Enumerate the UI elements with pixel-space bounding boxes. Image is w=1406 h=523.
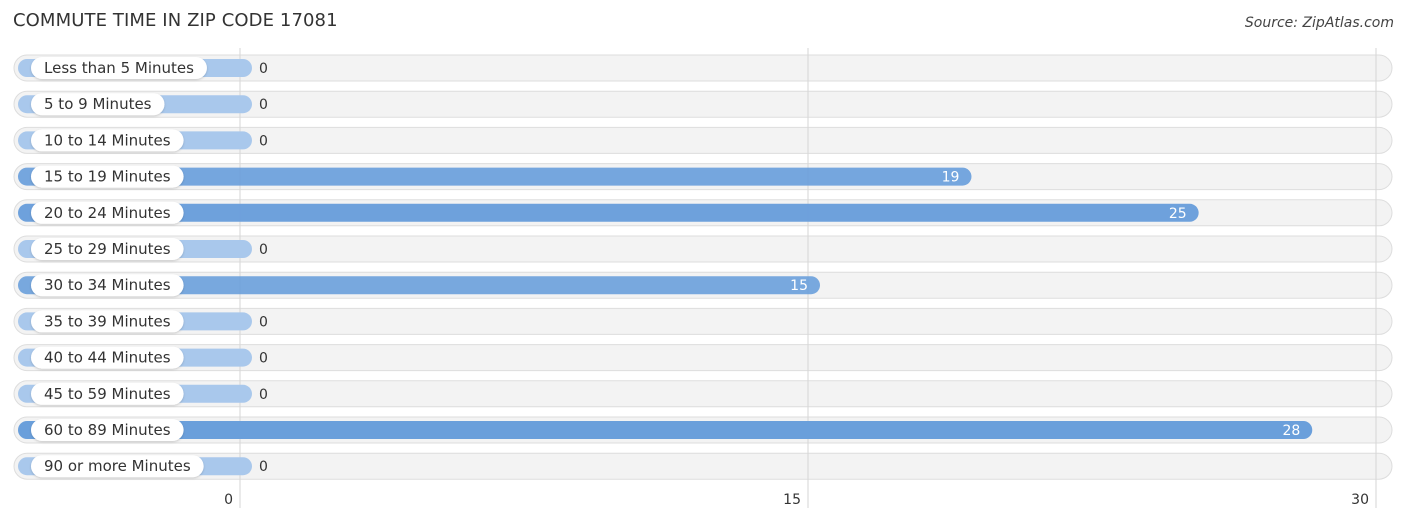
category-label: 10 to 14 Minutes bbox=[44, 131, 171, 149]
value-label: 25 bbox=[1169, 206, 1187, 222]
value-label: 0 bbox=[259, 351, 268, 367]
value-label: 0 bbox=[259, 61, 268, 77]
value-label: 0 bbox=[259, 97, 268, 113]
x-tick-label: 0 bbox=[224, 492, 233, 508]
category-label: 20 to 24 Minutes bbox=[44, 204, 171, 222]
x-tick-label: 30 bbox=[1351, 492, 1369, 508]
category-label: 15 to 19 Minutes bbox=[44, 168, 171, 186]
value-label: 0 bbox=[259, 387, 268, 403]
category-label: 5 to 9 Minutes bbox=[44, 95, 152, 113]
bar[interactable] bbox=[18, 421, 1313, 439]
category-label: 25 to 29 Minutes bbox=[44, 240, 171, 258]
category-label: 40 to 44 Minutes bbox=[44, 349, 171, 367]
category-label: 60 to 89 Minutes bbox=[44, 421, 171, 439]
category-label: Less than 5 Minutes bbox=[44, 59, 194, 77]
value-label: 19 bbox=[942, 170, 960, 186]
category-label: 45 to 59 Minutes bbox=[44, 385, 171, 403]
category-label: 90 or more Minutes bbox=[44, 457, 191, 475]
value-label: 28 bbox=[1282, 423, 1300, 439]
value-label: 0 bbox=[259, 459, 268, 475]
category-label: 35 to 39 Minutes bbox=[44, 312, 171, 330]
value-label: 0 bbox=[259, 242, 268, 258]
category-label: 30 to 34 Minutes bbox=[44, 276, 171, 294]
value-label: 0 bbox=[259, 314, 268, 330]
x-tick-label: 15 bbox=[783, 492, 801, 508]
bar[interactable] bbox=[18, 203, 1199, 222]
bar-chart: Less than 5 Minutes 0 5 to 9 Minutes 0 10 to… bbox=[13, 48, 1393, 508]
value-label: 15 bbox=[790, 278, 808, 294]
value-label: 0 bbox=[259, 133, 268, 149]
